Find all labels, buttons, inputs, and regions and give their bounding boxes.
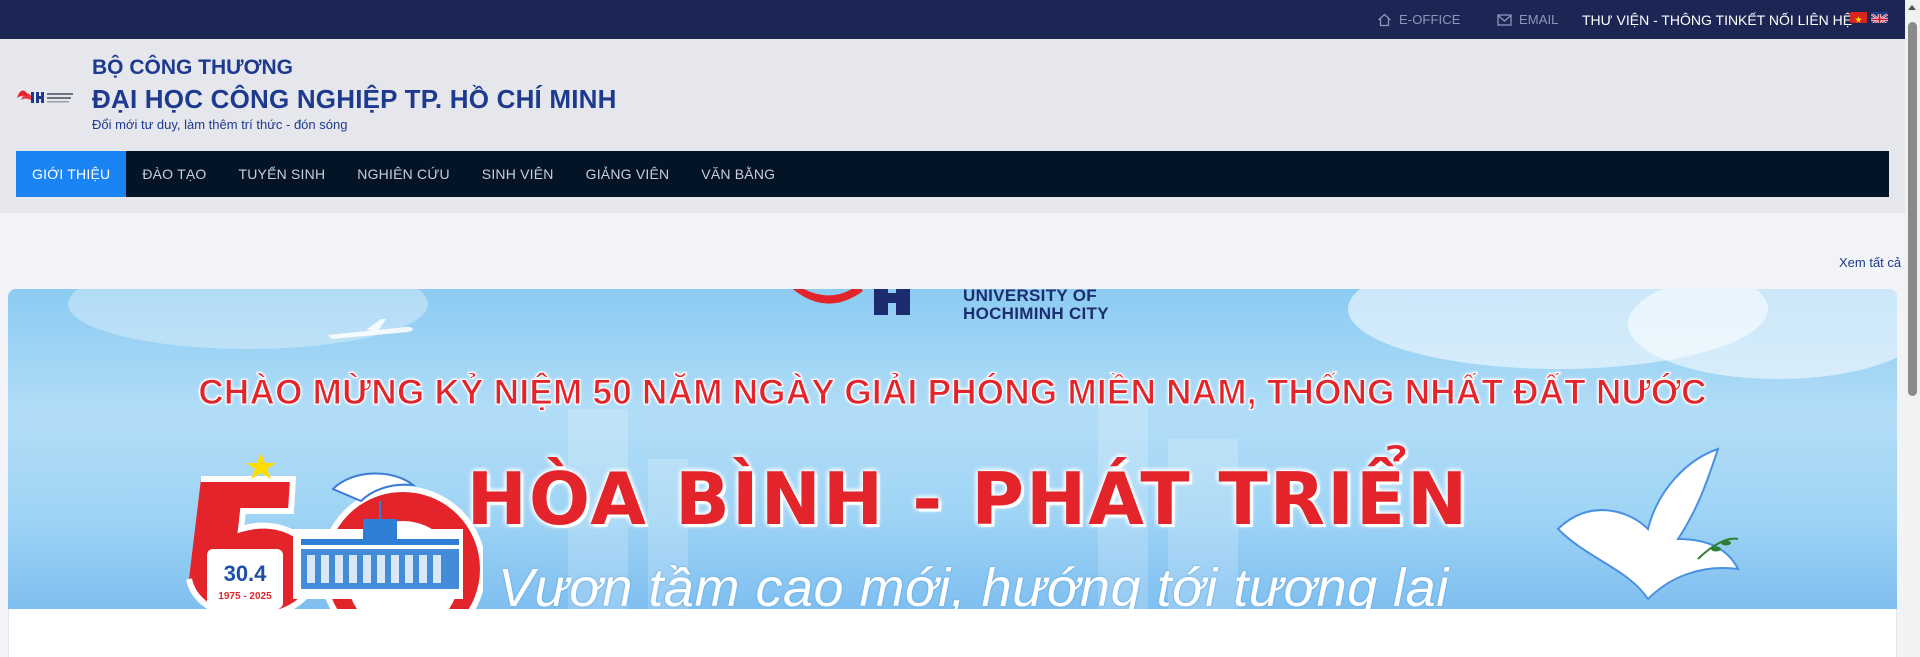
library-link[interactable]: THƯ VIỆN - THÔNG TIN [1582, 0, 1738, 39]
banner-tagline: Vươn tầm cao mới, hướng tới tương lai [498, 558, 1449, 609]
nav-item-tuyen-sinh[interactable]: TUYỂN SINH [222, 151, 341, 197]
ministry-name: BỘ CÔNG THƯƠNG [92, 56, 293, 79]
university-name: ĐẠI HỌC CÔNG NGHIỆP TP. HỒ CHÍ MINH [92, 84, 617, 114]
page-scrollbar[interactable] [1905, 0, 1920, 657]
badge-years: 1975 - 2025 [218, 591, 272, 602]
eoffice-link[interactable]: E-OFFICE [1377, 0, 1460, 39]
scroll-up-icon[interactable] [1908, 5, 1916, 10]
scrollbar-thumb[interactable] [1908, 22, 1917, 396]
top-bar: E-OFFICE EMAIL THƯ VIỆN - THÔNG TIN KẾT … [0, 0, 1905, 39]
airplane-icon [328, 319, 413, 339]
university-logo[interactable] [14, 80, 76, 112]
badge-date: 30.4 [224, 561, 268, 586]
nav-item-dao-tao[interactable]: ĐÀO TẠO [126, 151, 222, 197]
home-icon [1378, 13, 1391, 26]
dove-icon [1556, 447, 1740, 601]
mail-icon [1497, 13, 1512, 26]
main-nav: GIỚI THIỆU ĐÀO TẠO TUYỂN SINH NGHIÊN CỨU… [16, 151, 1889, 197]
nav-item-sinh-vien[interactable]: SINH VIÊN [466, 151, 570, 197]
see-all-link[interactable]: Xem tất cả [1839, 255, 1901, 270]
email-label: EMAIL [1519, 12, 1559, 27]
nav-item-gioi-thieu[interactable]: GIỚI THIỆU [16, 151, 127, 197]
banner-org-name: UNIVERSITY OF HOCHIMINH CITY [963, 289, 1109, 323]
university-slogan: Đổi mới tư duy, làm thêm trí thức - đón … [92, 117, 348, 132]
banner-headline: CHÀO MỪNG KỶ NIỆM 50 NĂM NGÀY GIẢI PHÓNG… [198, 373, 1707, 413]
email-link[interactable]: EMAIL [1497, 0, 1559, 39]
hero-banner[interactable]: UNIVERSITY OF HOCHIMINH CITY CHÀO MỪNG K… [8, 289, 1897, 609]
connect-link[interactable]: KẾT NỐI LIÊN HỆ [1738, 0, 1852, 39]
eoffice-label: E-OFFICE [1399, 12, 1461, 27]
anniversary-badge: 30.4 1975 - 2025 [183, 449, 486, 609]
nav-item-giang-vien[interactable]: GIẢNG VIÊN [570, 151, 686, 197]
nav-item-nghien-cuu[interactable]: NGHIÊN CỨU [341, 151, 466, 197]
nav-item-van-bang[interactable]: VĂN BẰNG [685, 151, 791, 197]
en-flag-icon[interactable] [1871, 12, 1888, 23]
iuh-logo-icon [792, 289, 910, 315]
vi-flag-icon[interactable] [1850, 12, 1867, 23]
